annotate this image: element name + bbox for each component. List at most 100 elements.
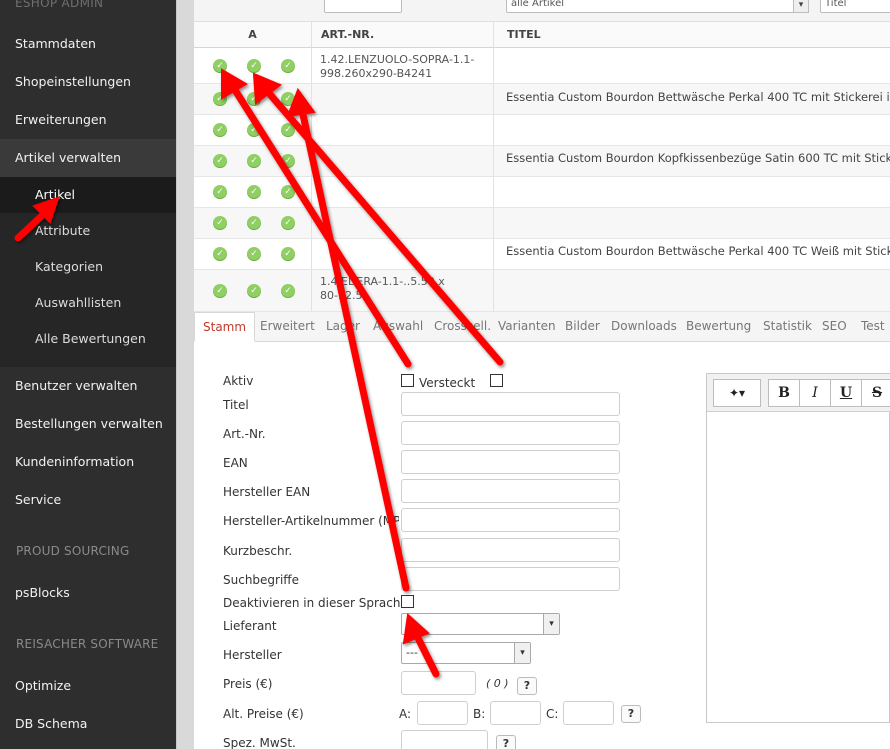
tab-varianten[interactable]: Varianten	[498, 312, 556, 342]
article-grid: alle Artikel ▾ Titel A ART.-NR. TITEL ✓ …	[194, 0, 890, 312]
nav-bestellungen[interactable]: Bestellungen verwalten	[0, 405, 176, 443]
versteckt-checkbox[interactable]	[490, 374, 503, 387]
nav-sub-kategorien[interactable]: Kategorien	[0, 249, 176, 285]
alt-preis-c-input[interactable]	[563, 701, 614, 725]
tab-bilder[interactable]: Bilder	[565, 312, 600, 342]
nav-optimize[interactable]: Optimize	[0, 667, 176, 705]
active-check-icon: ✓	[213, 58, 227, 73]
lieferant-select[interactable]: ▾	[401, 613, 560, 635]
preis-input[interactable]	[401, 671, 476, 695]
label-alt-preise: Alt. Preise (€)	[223, 707, 304, 721]
tab-statistik[interactable]: Statistik	[763, 312, 812, 342]
nav-service[interactable]: Service	[0, 481, 176, 519]
italic-button[interactable]: I	[799, 379, 831, 407]
editor-toolbar: ✦▾ B I U S	[707, 374, 890, 412]
hersteller-artnr-input[interactable]	[401, 508, 620, 532]
col-header-title[interactable]: TITEL	[494, 22, 890, 48]
active-check-icon: ✓	[213, 185, 227, 199]
table-row[interactable]: ✓ ✓ ✓	[194, 115, 890, 146]
label-hersteller-ean: Hersteller EAN	[223, 485, 311, 499]
artikel-filter-select[interactable]: alle Artikel	[506, 0, 796, 13]
tab-downloads[interactable]: Downloads	[611, 312, 677, 342]
col-header-artnr[interactable]: ART.-NR.	[312, 22, 494, 48]
active-check-icon: ✓	[247, 185, 261, 199]
bold-button[interactable]: B	[768, 379, 800, 407]
label-aktiv: Aktiv	[223, 374, 254, 388]
active-check-icon: ✓	[281, 185, 295, 199]
nav-shopeinstellungen[interactable]: Shopeinstellungen	[0, 63, 176, 101]
nav-sub-bewertungen[interactable]: Alle Bewertungen	[0, 321, 176, 367]
magic-wand-icon[interactable]: ✦▾	[713, 379, 761, 407]
artnr-input[interactable]	[401, 421, 620, 445]
active-check-icon: ✓	[213, 154, 227, 168]
kurzbeschr-input[interactable]	[401, 538, 620, 562]
filter-row: alle Artikel ▾ Titel	[194, 0, 890, 22]
table-row[interactable]: ✓ ✓ ✓ Essentia Custom Bourdon Bettwäsche…	[194, 84, 890, 115]
preis-hint: ( 0 )	[486, 677, 509, 690]
nav-sub-artikel[interactable]: Artikel	[0, 177, 176, 213]
underline-button[interactable]: U	[830, 379, 862, 407]
table-row[interactable]: ✓ ✓ ✓	[194, 208, 890, 239]
tab-test[interactable]: Test	[861, 312, 885, 342]
nav-sub-attribute[interactable]: Attribute	[0, 213, 176, 249]
table-row[interactable]: ✓ ✓ ✓	[194, 177, 890, 208]
label-suchbegriffe: Suchbegriffe	[223, 573, 299, 587]
table-row[interactable]: ✓ ✓ ✓ 1.4 EDERA-1.1-..5.50 x 80-..2.5	[194, 270, 890, 312]
tab-lager[interactable]: Lager	[326, 312, 360, 342]
strikethrough-button[interactable]: S	[861, 379, 890, 407]
table-row[interactable]: ✓ ✓ ✓ Essentia Custom Bourdon Bettwäsche…	[194, 239, 890, 270]
suchbegriffe-input[interactable]	[401, 567, 620, 591]
help-button[interactable]: ?	[621, 705, 641, 723]
title-filter-select[interactable]: Titel	[820, 0, 890, 13]
alt-preis-b-input[interactable]	[490, 701, 541, 725]
tab-auswahl[interactable]: Auswahl	[373, 312, 423, 342]
nav-erweiterungen[interactable]: Erweiterungen	[0, 101, 176, 139]
table-row[interactable]: ✓ ✓ ✓ 1.42.LENZUOLO-SOPRA-1.1-998.260x29…	[194, 48, 890, 84]
chevron-down-icon[interactable]: ▾	[793, 0, 809, 13]
hersteller-select[interactable]: --- ▾	[401, 642, 531, 664]
nav-db-schema[interactable]: DB Schema	[0, 705, 176, 743]
active-check-icon: ✓	[247, 154, 261, 168]
tab-seo[interactable]: SEO	[822, 312, 847, 342]
label-titel: Titel	[223, 398, 249, 412]
deaktivieren-checkbox[interactable]	[401, 595, 414, 608]
active-check-icon: ✓	[281, 247, 295, 261]
label-preis: Preis (€)	[223, 677, 273, 691]
nav-sub-auswahllisten[interactable]: Auswahllisten	[0, 285, 176, 321]
nav-artikel-verwalten[interactable]: Artikel verwalten	[0, 139, 176, 177]
spez-mwst-input[interactable]	[401, 730, 488, 749]
description-editor[interactable]: ✦▾ B I U S	[706, 373, 890, 723]
nav-stammdaten[interactable]: Stammdaten	[0, 25, 176, 63]
artnr-cell: 1.4 EDERA-1.1-..5.50 x 80-..2.5	[312, 270, 494, 311]
nav-psblocks[interactable]: psBlocks	[0, 574, 176, 612]
active-check-icon: ✓	[247, 247, 261, 261]
active-check-icon: ✓	[247, 283, 261, 298]
artnr-cell	[312, 239, 494, 269]
artnr-cell	[312, 146, 494, 176]
help-button[interactable]: ?	[496, 735, 516, 749]
active-check-icon: ✓	[247, 92, 261, 106]
tab-stamm[interactable]: Stamm	[194, 312, 256, 342]
nav-benutzer[interactable]: Benutzer verwalten	[0, 367, 176, 405]
title-cell	[494, 208, 890, 238]
tab-bewertung[interactable]: Bewertung	[686, 312, 751, 342]
artnr-filter-input[interactable]	[324, 0, 402, 13]
nav-kundeninformation[interactable]: Kundeninformation	[0, 443, 176, 481]
active-check-icon: ✓	[213, 247, 227, 261]
section-proud-sourcing: PROUD SOURCING	[16, 544, 130, 558]
col-header-a[interactable]: A	[194, 22, 312, 48]
tab-erweitert[interactable]: Erweitert	[260, 312, 315, 342]
label-kurzbeschr: Kurzbeschr.	[223, 544, 293, 558]
aktiv-checkbox[interactable]	[401, 374, 414, 387]
alt-preis-a-input[interactable]	[417, 701, 468, 725]
title-cell: Essentia Custom Bourdon Kopfkissenbezüge…	[506, 151, 890, 165]
active-check-icon: ✓	[281, 92, 295, 106]
ean-input[interactable]	[401, 450, 620, 474]
table-row[interactable]: ✓ ✓ ✓ Essentia Custom Bourdon Kopfkissen…	[194, 146, 890, 177]
hersteller-ean-input[interactable]	[401, 479, 620, 503]
help-button[interactable]: ?	[517, 677, 537, 695]
tab-crosssell[interactable]: Crosssell.	[434, 312, 491, 342]
titel-input[interactable]	[401, 392, 620, 416]
active-check-icon: ✓	[281, 154, 295, 168]
label-spez-mwst: Spez. MwSt.	[223, 736, 296, 749]
